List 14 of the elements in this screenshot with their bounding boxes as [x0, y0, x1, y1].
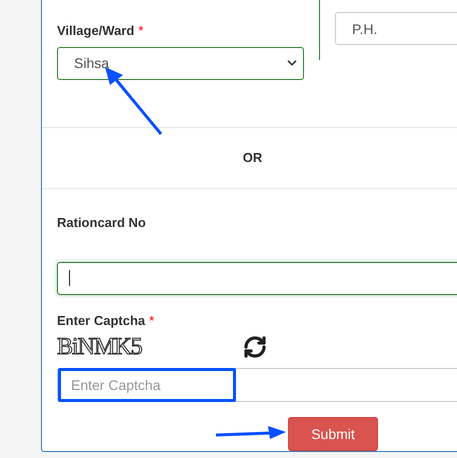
captcha-label: Enter Captcha — [57, 312, 146, 330]
submit-button[interactable]: Submit — [288, 417, 378, 451]
or-separator: OR — [242, 148, 262, 167]
required-mark: * — [149, 312, 154, 330]
captcha-field[interactable]: Enter Captcha — [57, 368, 457, 402]
required-mark: * — [138, 22, 144, 40]
ph-field[interactable]: P.H. — [335, 12, 457, 45]
rationcard-field[interactable] — [57, 262, 457, 294]
village-select[interactable]: Sihsa — [57, 46, 304, 80]
rationcard-label: Rationcard No — [57, 214, 146, 230]
captcha-image: BiNMK5 — [57, 333, 143, 362]
pointer-arrow — [215, 425, 287, 441]
refresh-icon[interactable] — [243, 335, 267, 359]
village-label: Village/Ward — [57, 22, 134, 40]
